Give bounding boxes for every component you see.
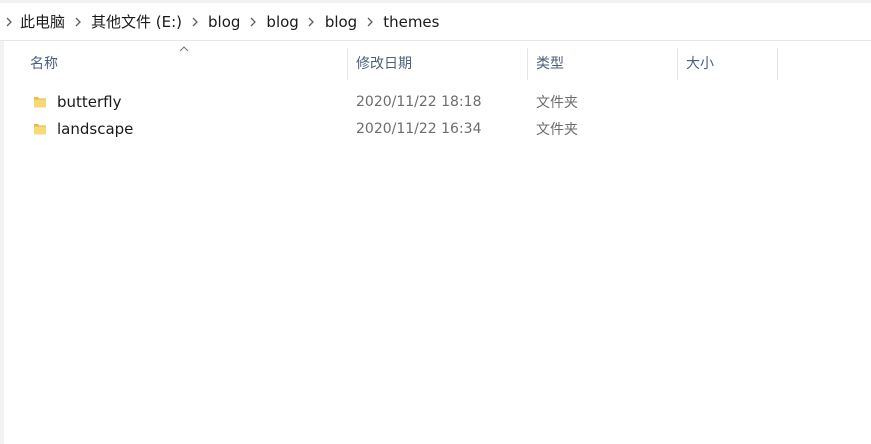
file-list: butterfly 2020/11/22 18:18 文件夹 landscape… (22, 88, 802, 142)
file-row[interactable]: landscape 2020/11/22 16:34 文件夹 (22, 115, 802, 142)
navigation-pane-edge[interactable] (0, 41, 4, 444)
breadcrumb-item-blog-3[interactable]: blog (323, 13, 359, 31)
chevron-right-icon[interactable] (242, 13, 264, 31)
file-name-cell[interactable]: butterfly (22, 93, 348, 111)
file-date-modified: 2020/11/22 18:18 (356, 93, 482, 110)
column-header-type[interactable]: 类型 (528, 48, 678, 80)
column-header-name[interactable]: 名称 (22, 48, 348, 80)
file-name: butterfly (57, 92, 122, 111)
chevron-right-icon[interactable] (0, 13, 18, 31)
breadcrumb-item-blog-2[interactable]: blog (264, 13, 300, 31)
chevron-right-icon[interactable] (301, 13, 323, 31)
file-date-modified: 2020/11/22 16:34 (356, 120, 482, 137)
file-row[interactable]: butterfly 2020/11/22 18:18 文件夹 (22, 88, 802, 115)
file-type: 文件夹 (536, 94, 578, 111)
column-header-date-modified[interactable]: 修改日期 (348, 48, 528, 80)
folder-icon (34, 123, 46, 134)
file-type: 文件夹 (536, 121, 578, 138)
file-name: landscape (57, 119, 134, 138)
chevron-right-icon[interactable] (67, 13, 89, 31)
address-bar[interactable]: 此电脑 其他文件 (E:) blog blog blog themes (0, 3, 871, 41)
column-header-row: 名称 修改日期 类型 大小 (22, 48, 778, 80)
breadcrumb-item-drive[interactable]: 其他文件 (E:) (89, 11, 184, 32)
breadcrumb-item-blog-1[interactable]: blog (206, 13, 242, 31)
breadcrumb-item-themes[interactable]: themes (381, 13, 441, 31)
chevron-right-icon[interactable] (184, 13, 206, 31)
column-header-size[interactable]: 大小 (678, 48, 778, 80)
folder-icon (34, 96, 46, 107)
breadcrumb-item-this-pc[interactable]: 此电脑 (18, 11, 67, 32)
chevron-right-icon[interactable] (359, 13, 381, 31)
file-name-cell[interactable]: landscape (22, 120, 348, 138)
file-explorer-window: 此电脑 其他文件 (E:) blog blog blog themes 名称 修… (0, 0, 871, 444)
